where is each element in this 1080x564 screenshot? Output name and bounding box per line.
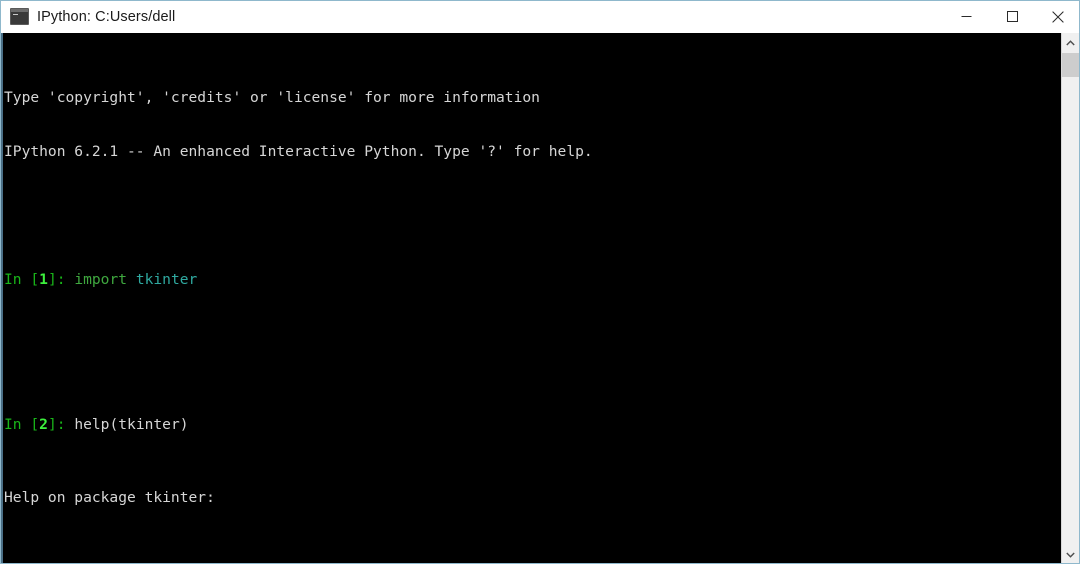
- title-bar-left: IPython: C:Users/dell: [1, 1, 943, 32]
- scroll-down-arrow-icon[interactable]: [1062, 545, 1079, 563]
- prompt-number: 2: [39, 416, 48, 434]
- title-bar[interactable]: IPython: C:Users/dell: [1, 1, 1079, 33]
- prompt-in-close: ]:: [47, 270, 75, 288]
- scroll-up-arrow-icon[interactable]: [1062, 33, 1079, 52]
- window-controls: [943, 1, 1079, 33]
- close-button[interactable]: [1035, 1, 1079, 33]
- scrollbar-track[interactable]: [1062, 52, 1079, 545]
- prompt-in-bracket: In [: [4, 416, 40, 434]
- console-line: Help on package tkinter:: [4, 488, 215, 506]
- scrollbar-thumb[interactable]: [1062, 53, 1079, 77]
- prompt-in-bracket: In [: [4, 270, 40, 288]
- console-line-blank: [4, 198, 1064, 216]
- minimize-button[interactable]: [943, 1, 989, 33]
- code-keyword: import: [74, 270, 128, 288]
- vertical-scrollbar[interactable]: [1061, 33, 1079, 563]
- console-line: IPython 6.2.1 -- An enhanced Interactive…: [4, 143, 593, 161]
- console-text: Type 'copyright', 'credits' or 'license'…: [3, 33, 1064, 563]
- window-title: IPython: C:Users/dell: [37, 8, 176, 25]
- code-command: help(tkinter): [74, 416, 189, 434]
- console-line-blank: [4, 343, 1064, 361]
- code-module-name: tkinter: [135, 270, 198, 288]
- prompt-number: 1: [39, 270, 48, 288]
- ipython-console-window: IPython: C:Users/dell Type 'copyright', …: [0, 0, 1080, 564]
- maximize-button[interactable]: [989, 1, 1035, 33]
- console-line-blank: [4, 544, 1064, 562]
- console-line: Type 'copyright', 'credits' or 'license'…: [4, 88, 540, 106]
- console-icon: [10, 8, 29, 25]
- console-input-line-2: In [2]: help(tkinter): [4, 416, 1064, 434]
- console-output-area[interactable]: Type 'copyright', 'credits' or 'license'…: [1, 33, 1079, 563]
- prompt-in-close: ]:: [47, 416, 75, 434]
- console-input-line-1: In [1]: import tkinter: [4, 271, 1064, 289]
